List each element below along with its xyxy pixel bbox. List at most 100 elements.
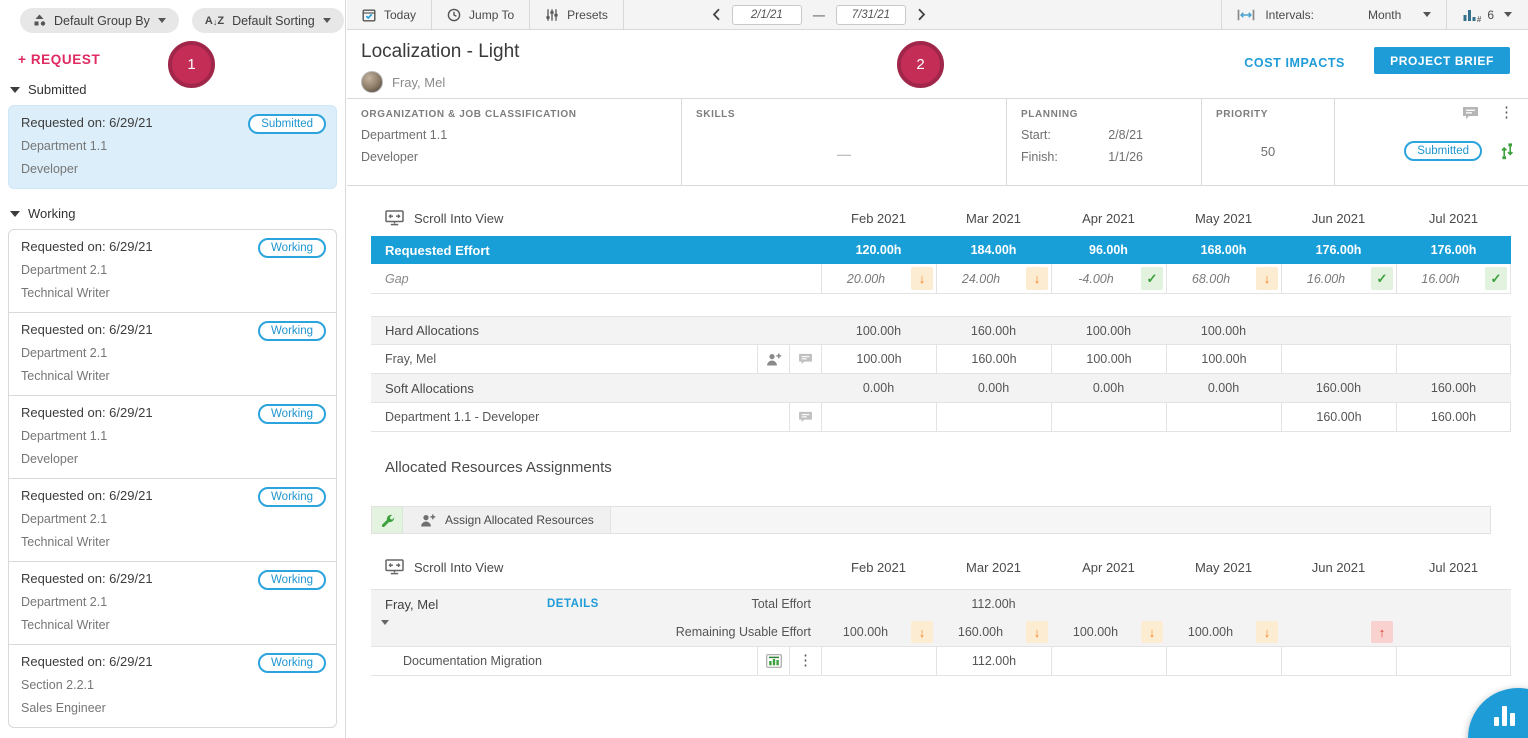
planning-header: PLANNING — [1021, 109, 1187, 120]
interval-count-dropdown[interactable]: # 6 — [1446, 0, 1528, 29]
sorting-label: Default Sorting — [232, 14, 315, 28]
cost-impacts-link[interactable]: COST IMPACTS — [1244, 56, 1345, 70]
requested-effort-label: Requested Effort — [371, 236, 821, 264]
request-card[interactable]: Requested on: 6/29/21 Working Section 2.… — [9, 644, 336, 727]
assign-allocated-resources-button[interactable]: Assign Allocated Resources — [403, 507, 611, 533]
jump-to-label: Jump To — [469, 8, 514, 22]
resource-name: Fray, Mel — [385, 352, 436, 366]
scroll-into-view-button[interactable]: Scroll Into View — [371, 549, 821, 585]
task-name: Documentation Migration — [403, 654, 542, 668]
kebab-menu-icon[interactable]: ⋮ — [1499, 106, 1514, 120]
effort-indicator-icon: ↓ — [911, 621, 933, 643]
priority-header: PRIORITY — [1216, 109, 1320, 120]
working-section-label: Working — [28, 206, 75, 221]
gap-indicator-icon: ✓ — [1141, 267, 1163, 290]
avatar[interactable] — [361, 71, 383, 93]
allocation-cell[interactable]: 160.00h — [1281, 403, 1396, 431]
month-header: May 2021 — [1166, 200, 1281, 236]
month-header: Apr 2021 — [1051, 549, 1166, 585]
assignments-toolbar: Assign Allocated Resources — [371, 506, 1491, 534]
task-effort-cell[interactable]: 112.00h — [936, 647, 1051, 675]
project-brief-button[interactable]: PROJECT BRIEF — [1374, 47, 1510, 74]
sorting-dropdown[interactable]: A↓Z Default Sorting — [192, 8, 344, 33]
status-badge: Working — [258, 570, 326, 590]
request-card[interactable]: Requested on: 6/29/21 Working Department… — [9, 561, 336, 644]
effort-indicator-icon: ↓ — [1026, 621, 1048, 643]
group-by-dropdown[interactable]: Default Group By — [20, 8, 179, 33]
allocation-cell[interactable]: 100.00h — [1051, 345, 1166, 373]
request-card[interactable]: Requested on: 6/29/21 Working Department… — [9, 478, 336, 561]
gap-indicator-icon: ✓ — [1371, 267, 1393, 290]
request-card[interactable]: Requested on: 6/29/21 Working Department… — [9, 230, 336, 312]
role-name: Department 1.1 - Developer — [385, 410, 539, 424]
task-effort-cell[interactable] — [1281, 647, 1396, 675]
group-by-label: Default Group By — [54, 14, 150, 28]
status-badge: Working — [258, 238, 326, 258]
allocation-cell[interactable] — [936, 403, 1051, 431]
group-by-icon — [33, 14, 46, 27]
start-date-input[interactable]: 2/1/21 — [732, 5, 802, 25]
expand-collapse-icon[interactable] — [371, 625, 389, 639]
resource-planner-page: Default Group By A↓Z Default Sorting + R… — [0, 0, 1528, 738]
swap-resources-icon[interactable] — [1499, 143, 1516, 160]
kebab-menu-icon[interactable]: ⋮ — [789, 647, 821, 675]
utilization-chart-fab[interactable] — [1468, 688, 1528, 738]
today-label: Today — [384, 8, 416, 22]
effort-grid: Scroll Into View Feb 2021 Mar 2021 Apr 2… — [371, 200, 1511, 432]
annotation-step-2: 2 — [897, 41, 944, 88]
comment-icon[interactable] — [789, 345, 821, 373]
allocation-cell[interactable] — [1166, 403, 1281, 431]
chart-count-icon: # — [1463, 8, 1477, 22]
total-effort-cell: 112.00h — [936, 590, 1051, 618]
allocation-cell[interactable] — [821, 403, 936, 431]
task-effort-cell[interactable] — [821, 647, 936, 675]
allocation-cell[interactable]: 160.00h — [936, 345, 1051, 373]
allocation-cell[interactable] — [1051, 403, 1166, 431]
gap-cell: 68.00h↓ — [1166, 264, 1281, 293]
comment-icon[interactable] — [789, 403, 821, 431]
task-effort-cell[interactable] — [1166, 647, 1281, 675]
request-card[interactable]: Requested on: 6/29/21 Working Department… — [9, 395, 336, 478]
allocation-cell[interactable] — [1281, 345, 1396, 373]
intervals-dropdown[interactable]: Intervals: Month — [1221, 0, 1446, 29]
end-date-input[interactable]: 7/31/21 — [836, 5, 906, 25]
requested-effort-cell: 176.00h — [1396, 236, 1511, 264]
tools-wrench-icon[interactable] — [372, 507, 403, 533]
request-card[interactable]: Requested on: 6/29/21 Working Department… — [9, 312, 336, 395]
gap-row: Gap 20.00h↓ 24.00h↓ -4.00h✓ 68.00h↓ 16.0… — [371, 264, 1511, 294]
allocation-cell[interactable] — [1396, 345, 1511, 373]
assignments-grid: Scroll Into View Feb 2021 Mar 2021 Apr 2… — [371, 549, 1511, 676]
request-org: Department 1.1 — [21, 139, 324, 154]
request-role: Technical Writer — [21, 618, 324, 633]
task-effort-cell[interactable] — [1396, 647, 1511, 675]
add-person-icon[interactable] — [757, 345, 789, 373]
soft-total-cell: 0.00h — [821, 374, 936, 402]
presets-button[interactable]: Presets — [530, 0, 624, 29]
month-header: Mar 2021 — [936, 549, 1051, 585]
gap-label: Gap — [371, 264, 821, 293]
request-card-submitted[interactable]: Requested on: 6/29/21 Submitted Departme… — [8, 105, 337, 189]
allocation-cell[interactable]: 100.00h — [821, 345, 936, 373]
status-badge[interactable]: Submitted — [1404, 141, 1482, 161]
details-link[interactable]: DETAILS — [547, 598, 599, 610]
jump-to-button[interactable]: Jump To — [432, 0, 530, 29]
grid-months-header: Scroll Into View Feb 2021 Mar 2021 Apr 2… — [371, 549, 1511, 585]
presets-label: Presets — [567, 8, 608, 22]
effort-indicator-icon: ↑ — [1371, 621, 1393, 643]
chevron-right-icon[interactable] — [917, 8, 926, 21]
submitted-section-header[interactable]: Submitted — [10, 82, 345, 97]
hard-total-cell: 100.00h — [1051, 317, 1166, 344]
month-header: Jul 2021 — [1396, 200, 1511, 236]
effort-indicator-icon — [1486, 621, 1508, 643]
working-section-header[interactable]: Working — [10, 206, 345, 221]
gap-indicator-icon: ↓ — [1026, 267, 1048, 290]
today-button[interactable]: Today — [347, 0, 432, 29]
comment-icon[interactable] — [1462, 106, 1479, 120]
allocation-cell[interactable]: 100.00h — [1166, 345, 1281, 373]
task-chart-icon[interactable] — [757, 647, 789, 675]
chevron-left-icon[interactable] — [712, 8, 721, 21]
gap-indicator-icon: ↓ — [911, 267, 933, 290]
allocation-cell[interactable]: 160.00h — [1396, 403, 1511, 431]
scroll-into-view-button[interactable]: Scroll Into View — [371, 200, 821, 236]
task-effort-cell[interactable] — [1051, 647, 1166, 675]
